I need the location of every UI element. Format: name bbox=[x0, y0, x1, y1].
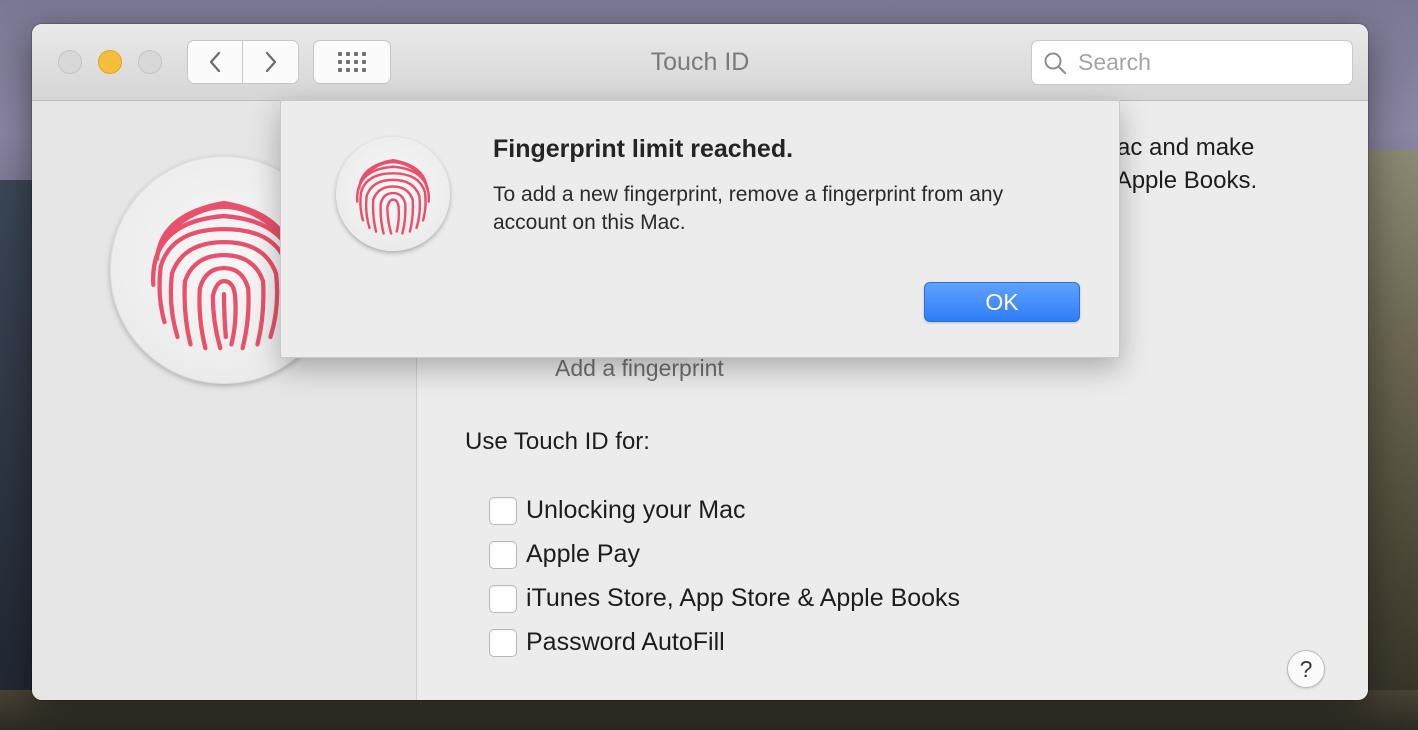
unlock-mac-checkbox[interactable] bbox=[489, 496, 517, 525]
alert-sheet: Fingerprint limit reached. To add a new … bbox=[280, 100, 1120, 358]
alert-message: To add a new fingerprint, remove a finge… bbox=[493, 183, 1004, 234]
title-bar: Touch ID bbox=[32, 24, 1368, 101]
intro-line-2: d Apple Books. bbox=[1097, 167, 1258, 194]
option-label: iTunes Store, App Store & Apple Books bbox=[526, 584, 961, 612]
ok-button[interactable]: OK bbox=[924, 282, 1080, 322]
fingerprint-icon bbox=[336, 137, 450, 251]
apple-pay-checkbox[interactable] bbox=[489, 540, 517, 569]
option-password-autofill[interactable]: Password AutoFill bbox=[489, 628, 725, 657]
option-label: Password AutoFill bbox=[526, 628, 725, 656]
search-field[interactable] bbox=[1031, 40, 1353, 85]
search-input[interactable] bbox=[1076, 48, 1340, 77]
option-stores[interactable]: iTunes Store, App Store & Apple Books bbox=[489, 584, 960, 613]
intro-line-1: Mac and make bbox=[1097, 134, 1255, 161]
help-button[interactable]: ? bbox=[1287, 650, 1325, 688]
intro-text: Mac and make d Apple Books. bbox=[1097, 131, 1257, 197]
add-fingerprint-label[interactable]: Add a fingerprint bbox=[555, 355, 724, 382]
password-autofill-checkbox[interactable] bbox=[489, 628, 517, 657]
option-apple-pay[interactable]: Apple Pay bbox=[489, 540, 640, 569]
use-touch-id-heading: Use Touch ID for: bbox=[465, 428, 650, 455]
search-icon bbox=[1042, 50, 1068, 76]
alert-title: Fingerprint limit reached. bbox=[493, 135, 794, 163]
stores-checkbox[interactable] bbox=[489, 584, 517, 613]
option-label: Unlocking your Mac bbox=[526, 496, 746, 524]
option-label: Apple Pay bbox=[526, 540, 640, 568]
option-unlocking-mac[interactable]: Unlocking your Mac bbox=[489, 496, 746, 525]
